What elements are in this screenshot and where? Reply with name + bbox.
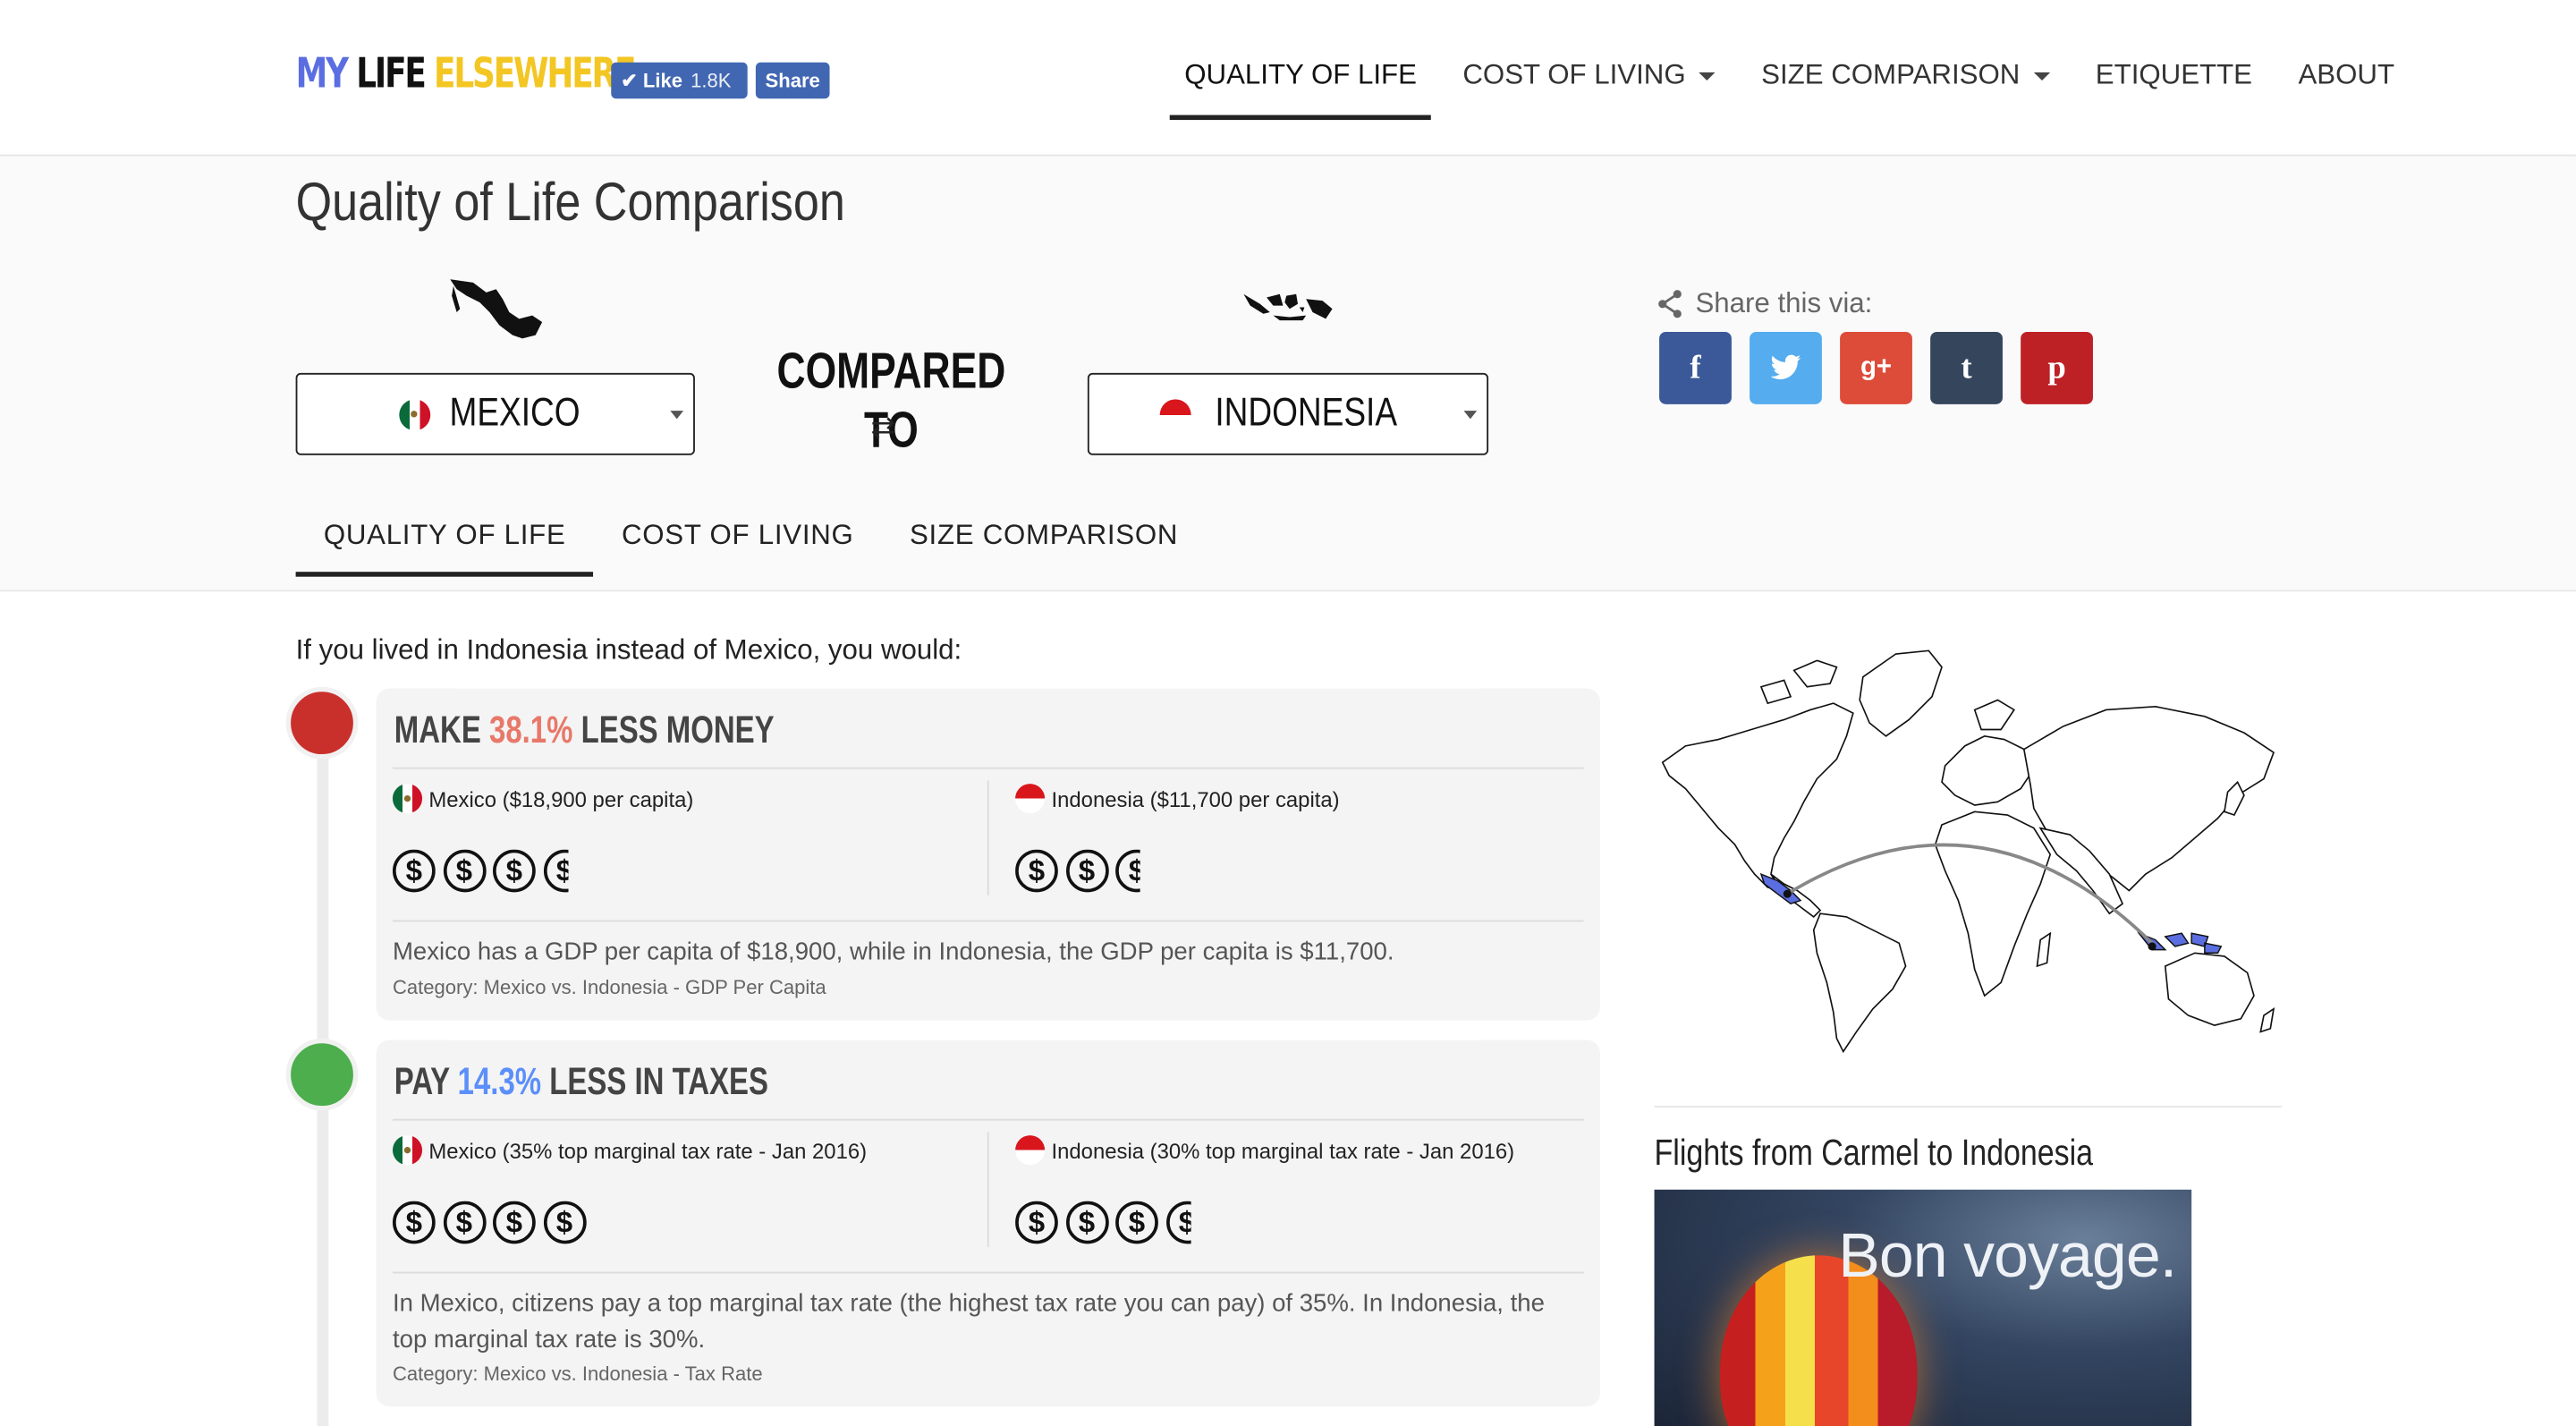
dollar-coin-icon: $ bbox=[392, 1201, 436, 1244]
card-category: Category: Mexico vs. Indonesia - Tax Rat… bbox=[392, 1362, 763, 1386]
indonesia-flag-icon bbox=[1160, 398, 1192, 430]
mexico-flag-icon bbox=[398, 398, 430, 430]
country-b-stat: Indonesia (30% top marginal tax rate - J… bbox=[1015, 1135, 1514, 1166]
dollar-coin-icon: $ bbox=[392, 849, 436, 893]
origin-marker bbox=[1783, 889, 1792, 898]
south-america-shape bbox=[1812, 912, 1907, 1054]
twitter-share-icon[interactable] bbox=[1750, 332, 1822, 404]
country-b-select[interactable]: INDONESIA bbox=[1087, 372, 1489, 455]
nav-size-comparison[interactable]: SIZE COMPARISON bbox=[1747, 59, 2064, 120]
coin-rating: $$$$ bbox=[392, 849, 569, 899]
indonesia-flag-icon bbox=[1015, 1135, 1046, 1166]
intro-text: If you lived in Indonesia instead of Mex… bbox=[295, 633, 962, 666]
facebook-share-button[interactable]: Share bbox=[755, 62, 830, 99]
madagascar-shape bbox=[2036, 931, 2052, 968]
australia-shape bbox=[2164, 952, 2255, 1026]
north-america-shape bbox=[1661, 702, 1854, 892]
tab-quality-of-life[interactable]: QUALITY OF LIFE bbox=[295, 519, 594, 577]
nav-quality-of-life[interactable]: QUALITY OF LIFE bbox=[1169, 59, 1432, 121]
dollar-coin-icon: $ bbox=[543, 849, 569, 893]
country-a-stat: Mexico ($18,900 per capita) bbox=[392, 784, 693, 814]
dollar-coin-icon: $ bbox=[1065, 849, 1108, 893]
card-heading: MAKE 38.1% LESS MONEY bbox=[394, 708, 775, 751]
dollar-coin-icon: $ bbox=[1115, 849, 1141, 893]
destination-marker bbox=[2148, 942, 2157, 951]
card-description: Mexico has a GDP per capita of $18,900, … bbox=[392, 938, 1394, 966]
ad-text: Bon voyage. bbox=[1838, 1222, 2177, 1292]
coin-rating: $$$ bbox=[1015, 849, 1141, 899]
twitter-bird-icon bbox=[1770, 354, 1801, 379]
page-title: Quality of Life Comparison bbox=[295, 171, 845, 232]
country-b-stat: Indonesia ($11,700 per capita) bbox=[1015, 784, 1340, 814]
caret-down-icon bbox=[2033, 72, 2050, 81]
nav-etiquette[interactable]: ETIQUETTE bbox=[2080, 59, 2267, 120]
dollar-coin-icon: $ bbox=[1165, 1201, 1191, 1244]
timeline-dot bbox=[285, 686, 359, 760]
google-plus-share-icon[interactable]: g+ bbox=[1840, 332, 1912, 404]
country-a-select[interactable]: MEXICO bbox=[295, 372, 695, 455]
like-count: 1.8K bbox=[691, 69, 732, 92]
dollar-coin-icon: $ bbox=[442, 1201, 486, 1244]
comparison-card-taxes: PAY 14.3% LESS IN TAXES Mexico (35% top … bbox=[376, 1040, 1600, 1407]
nav-about[interactable]: ABOUT bbox=[2284, 59, 2410, 120]
indonesia-flag-icon bbox=[1015, 784, 1046, 814]
check-icon: ✔ bbox=[621, 69, 643, 92]
card-description: In Mexico, citizens pay a top marginal t… bbox=[392, 1289, 1545, 1354]
site-logo[interactable]: MY LIFE ELSEWHERE bbox=[296, 49, 637, 97]
share-label: Share this via: bbox=[1656, 287, 1872, 320]
flights-ad-banner[interactable]: Bon voyage. bbox=[1654, 1189, 2192, 1426]
pinterest-share-icon[interactable]: p bbox=[2021, 332, 2093, 404]
main-nav: QUALITY OF LIFE COST OF LIVING SIZE COMP… bbox=[1169, 59, 2426, 121]
timeline-dot bbox=[285, 1038, 359, 1111]
nav-cost-of-living[interactable]: COST OF LIVING bbox=[1448, 59, 1730, 120]
dollar-coin-icon: $ bbox=[442, 849, 486, 893]
caret-down-icon bbox=[1699, 72, 1716, 81]
dropdown-arrow-icon bbox=[1463, 411, 1478, 420]
greenland-shape bbox=[1859, 649, 1943, 737]
dollar-coin-icon: $ bbox=[493, 1201, 536, 1244]
mexico-flag-icon bbox=[392, 784, 423, 814]
tab-cost-of-living[interactable]: COST OF LIVING bbox=[594, 519, 882, 576]
swap-countries-icon[interactable]: ⇄ bbox=[870, 411, 895, 446]
dollar-coin-icon: $ bbox=[1065, 1201, 1108, 1244]
dollar-coin-icon: $ bbox=[493, 849, 536, 893]
comparison-tabs: QUALITY OF LIFE COST OF LIVING SIZE COMP… bbox=[295, 519, 1207, 577]
new-zealand-shape bbox=[2259, 1006, 2275, 1033]
tab-size-comparison[interactable]: SIZE COMPARISON bbox=[882, 519, 1207, 576]
card-category: Category: Mexico vs. Indonesia - GDP Per… bbox=[392, 975, 826, 999]
dollar-coin-icon: $ bbox=[543, 1201, 586, 1244]
dollar-coin-icon: $ bbox=[1015, 849, 1058, 893]
tumblr-share-icon[interactable]: t bbox=[1930, 332, 2003, 404]
flights-heading: Flights from Carmel to Indonesia bbox=[1654, 1132, 2094, 1174]
dropdown-arrow-icon bbox=[670, 411, 684, 420]
card-heading: PAY 14.3% LESS IN TAXES bbox=[394, 1059, 768, 1103]
share-buttons: f g+ t p bbox=[1659, 332, 2111, 404]
indonesia-silhouette-icon bbox=[1243, 293, 1333, 321]
africa-shape bbox=[1934, 811, 2052, 997]
europe-shape bbox=[1941, 699, 2035, 806]
coin-rating: $$$$ bbox=[1015, 1201, 1191, 1251]
dollar-coin-icon: $ bbox=[1115, 1201, 1158, 1244]
mexico-flag-icon bbox=[392, 1135, 423, 1166]
country-a-stat: Mexico (35% top marginal tax rate - Jan … bbox=[392, 1135, 867, 1166]
world-map bbox=[1661, 649, 2275, 1054]
share-icon bbox=[1658, 290, 1682, 318]
facebook-like-button[interactable]: ✔ Like 1.8K bbox=[611, 62, 748, 99]
top-navbar: MY LIFE ELSEWHERE ✔ Like 1.8K Share QUAL… bbox=[0, 0, 2576, 157]
mexico-silhouette-icon bbox=[450, 279, 543, 339]
arctic-islands-shape bbox=[1759, 659, 1838, 705]
comparison-card-money: MAKE 38.1% LESS MONEY Mexico ($18,900 pe… bbox=[376, 688, 1600, 1021]
dollar-coin-icon: $ bbox=[1015, 1201, 1058, 1244]
facebook-share-icon[interactable]: f bbox=[1659, 332, 1732, 404]
coin-rating: $$$$ bbox=[392, 1201, 593, 1251]
